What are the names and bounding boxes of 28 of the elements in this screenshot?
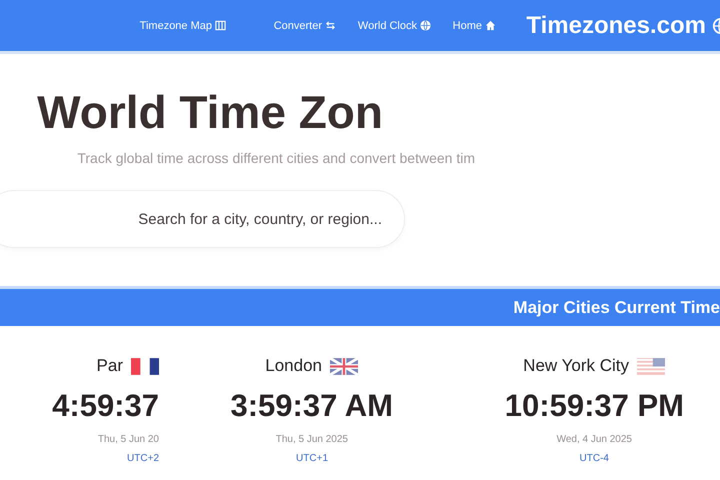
swap-arrows-icon bbox=[324, 20, 336, 31]
utc-offset: UTC-4 bbox=[579, 453, 609, 464]
globe-icon bbox=[420, 20, 432, 31]
city-time: 4:59:37 bbox=[52, 388, 159, 424]
city-date: Thu, 5 Jun 2025 bbox=[276, 434, 348, 445]
city-time: 3:59:37 AM bbox=[230, 388, 394, 424]
city-time: 10:59:37 PM bbox=[504, 388, 684, 424]
flag-icon bbox=[131, 358, 159, 374]
nav-link[interactable]: Converter bbox=[274, 20, 336, 32]
utc-offset: UTC+1 bbox=[296, 453, 328, 464]
utc-offset: UTC+2 bbox=[127, 453, 159, 464]
section-title: Major Cities Current Time bbox=[513, 298, 720, 318]
city-name: Par bbox=[96, 356, 123, 376]
page-title: World Time Zon bbox=[37, 85, 383, 140]
site-logo[interactable]: Timezones.com bbox=[526, 12, 706, 40]
city-name: London bbox=[266, 356, 322, 376]
flag-icon bbox=[330, 358, 358, 374]
search-field[interactable]: Search for a city, country, or region... bbox=[0, 190, 405, 248]
city-name: New York City bbox=[523, 356, 629, 376]
nav-link[interactable]: World Clock bbox=[358, 20, 432, 32]
nav-link[interactable]: Timezone Map bbox=[139, 20, 226, 32]
page-subtitle: Track global time across different cities and convert between tim bbox=[77, 150, 475, 166]
map-icon bbox=[214, 20, 226, 31]
home-icon bbox=[485, 20, 496, 31]
nav-link[interactable]: Home bbox=[453, 20, 496, 32]
city-date: Thu, 5 Jun 20 bbox=[98, 434, 159, 445]
city-date: Wed, 4 Jun 2025 bbox=[556, 434, 632, 445]
flag-icon bbox=[636, 358, 665, 374]
